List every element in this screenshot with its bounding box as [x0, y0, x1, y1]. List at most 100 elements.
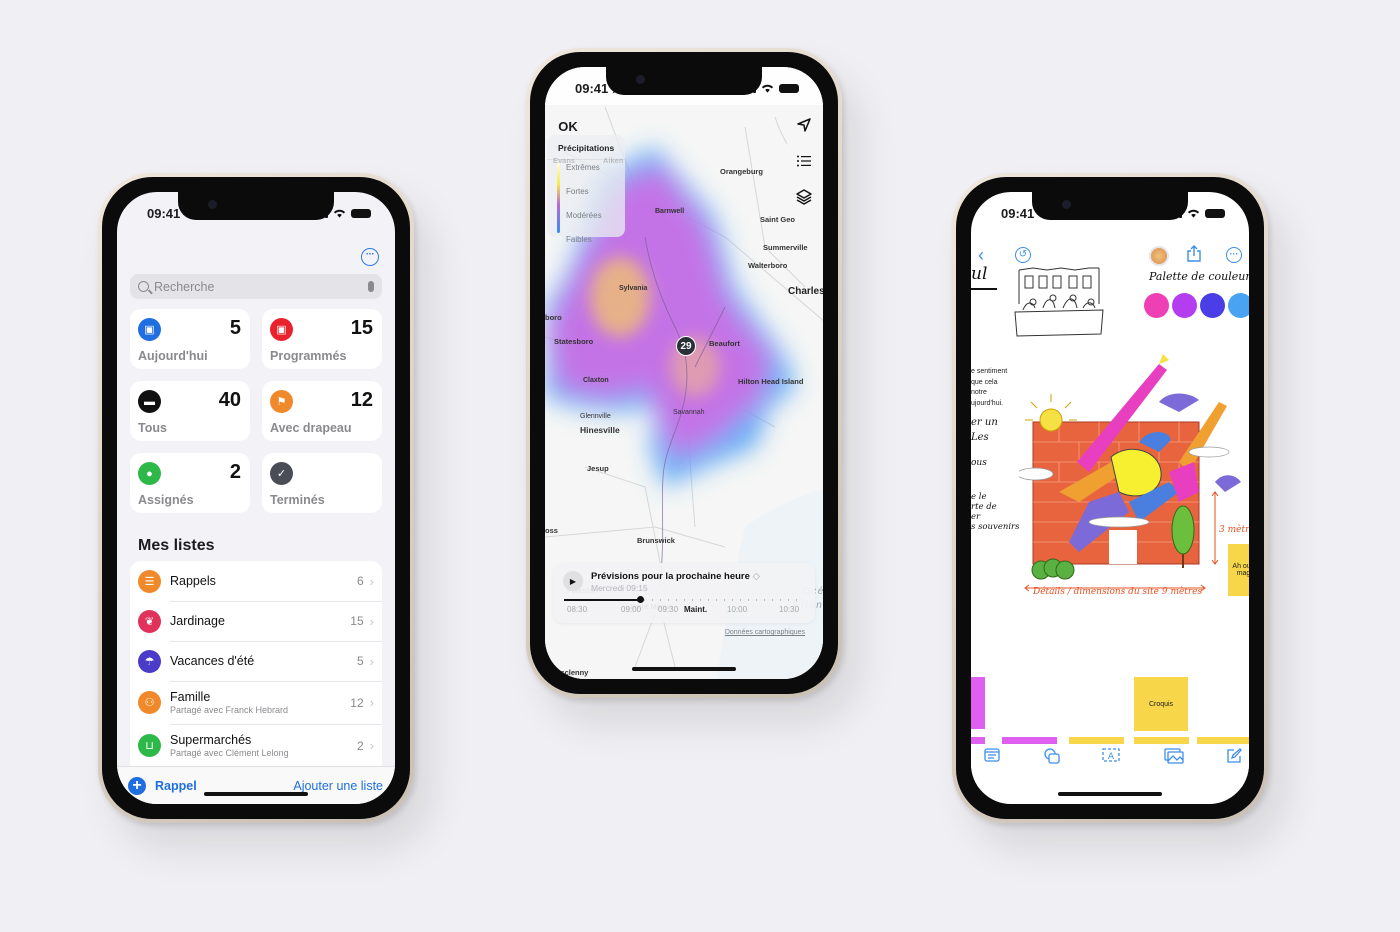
legend-level: Fortes [566, 187, 589, 196]
map-label-hinesville: Hinesville [580, 425, 620, 435]
compose-tool[interactable] [1226, 748, 1244, 764]
sticky-note[interactable] [971, 677, 985, 729]
layers-button[interactable] [787, 179, 821, 215]
sticky-note[interactable]: Croquis [1134, 677, 1188, 731]
battery-icon [1205, 208, 1225, 218]
list-subtitle: Partagé avec Clément Lelong [170, 748, 289, 758]
bottom-toolbar: A [971, 744, 1249, 788]
umbrella-icon: ☂ [138, 649, 161, 673]
list-item-famille[interactable]: ⚇ Famille Partagé avec Franck Hebrard 12 › [130, 681, 382, 724]
collaborator-avatar[interactable] [1149, 246, 1169, 266]
chevron-right-icon: › [369, 653, 374, 669]
my-lists-heading: Mes listes [138, 537, 215, 554]
list-item-rappels[interactable]: ☰ Rappels 6 › [130, 561, 382, 601]
locate-button[interactable] [787, 107, 821, 143]
tile-flagged[interactable]: ⚑ 12 Avec drapeau [262, 381, 382, 441]
legend-title: Précipitations [547, 135, 625, 160]
legend-gradient [557, 163, 560, 233]
tray-icon: ▬ [138, 390, 161, 413]
forecast-date: Mercredi 09:15 [591, 583, 648, 593]
list-count: 12 [350, 695, 364, 710]
timeline-knob[interactable] [637, 596, 645, 603]
share-button[interactable] [1187, 245, 1201, 265]
text-box-tool[interactable]: A [1102, 748, 1120, 764]
dimension-arrow-vertical [1211, 491, 1219, 565]
tile-label: Tous [138, 421, 167, 435]
map-label-jesup: Jesup [587, 464, 609, 473]
notch [1032, 192, 1188, 220]
tile-scheduled[interactable]: ▣ 15 Programmés [262, 309, 382, 369]
search-field[interactable]: Recherche [130, 274, 382, 299]
sticky-note[interactable]: Ah ouais ! magnifi [1228, 544, 1249, 596]
add-list-button[interactable]: Ajouter une liste [293, 779, 383, 793]
illustration-drawing[interactable] [1019, 342, 1249, 602]
bird [1159, 393, 1199, 412]
search-placeholder: Recherche [154, 279, 215, 294]
tick-label: 09:00 [621, 605, 642, 614]
map-data-link[interactable]: Données cartographiques [725, 629, 805, 636]
legend-level: Faibles [566, 235, 592, 244]
shapes-tool[interactable] [1043, 748, 1061, 764]
list-item-supermarches[interactable]: ⊔ Supermarchés Partagé avec Clément Lelong… [130, 724, 382, 766]
list-count: 15 [350, 614, 364, 628]
handwriting-fragment: rte de [971, 502, 997, 512]
tile-assigned[interactable]: ● 2 Assignés [130, 453, 250, 513]
tick-label-now: Maint. [684, 605, 708, 614]
tile-completed[interactable]: ✓ Terminés [262, 453, 382, 513]
text-line: e sentiment [971, 368, 1008, 375]
media-tool[interactable] [1164, 748, 1184, 764]
tile-label: Programmés [270, 349, 347, 363]
freeform-screen: 09:41 ‹ ↺ ··· Palette de couleur ul e se… [971, 192, 1249, 804]
undo-button[interactable]: ↺ [1015, 247, 1031, 263]
home-indicator[interactable] [1058, 792, 1162, 796]
timeline-slider[interactable] [564, 596, 803, 603]
map-label-charleston: Charlesto [788, 286, 823, 297]
leaf-icon: ❦ [138, 609, 161, 633]
list-name: Famille [170, 690, 211, 704]
list-name: Jardinage [170, 614, 225, 628]
map-label-claxton: Claxton [583, 377, 609, 384]
calendar-today-icon: ▣ [138, 318, 161, 341]
smart-lists-grid: ▣ 5 Aujourd'hui ▣ 15 Programmés ▬ 40 Tous ⚑ 12 A… [130, 309, 382, 513]
chevron-right-icon: › [369, 695, 374, 710]
temperature-badge[interactable]: 29 [676, 336, 696, 356]
back-button[interactable]: ‹ [978, 245, 984, 266]
color-swatch-pink[interactable] [1144, 293, 1169, 318]
chevron-updown-icon: ◇ [752, 571, 760, 582]
weather-map-screen: 09:41 ➤ [545, 67, 823, 679]
shapes-icon [1044, 748, 1060, 764]
status-time: 09:41 [1001, 206, 1035, 221]
family-icon: ⚇ [138, 691, 161, 714]
new-reminder-button[interactable]: + Rappel [128, 777, 197, 795]
map-label-boro: boro [545, 313, 562, 322]
tile-today[interactable]: ▣ 5 Aujourd'hui [130, 309, 250, 369]
color-swatch-purple[interactable] [1172, 293, 1197, 318]
underline [971, 288, 997, 290]
microphone-icon[interactable] [368, 281, 374, 292]
more-options-button[interactable]: ··· [361, 248, 379, 266]
list-item-jardinage[interactable]: ❦ Jardinage 15 › [130, 601, 382, 641]
list-button[interactable] [787, 143, 821, 179]
phone-bezel: 09:41 ··· Recherche ▣ 5 Aujourd'hui ▣ 15 Pro… [102, 177, 410, 819]
tile-all[interactable]: ▬ 40 Tous [130, 381, 250, 441]
text-block[interactable]: e sentiment que cela notre ujourd'hui. [971, 367, 1007, 409]
color-swatch-blue[interactable] [1228, 293, 1249, 318]
plus-circle-icon: + [128, 777, 146, 795]
play-icon: ▶ [569, 576, 577, 586]
my-lists: ☰ Rappels 6 › ❦ Jardinage 15 › ☂ Vacances d'été… [130, 561, 382, 766]
play-button[interactable]: ▶ [563, 571, 583, 591]
map-label-statesboro: Statesboro [554, 337, 594, 346]
list-icon [797, 155, 811, 167]
home-indicator[interactable] [632, 667, 736, 671]
home-indicator[interactable] [204, 792, 308, 796]
list-item-vacances[interactable]: ☂ Vacances d'été 5 › [130, 641, 382, 681]
handwriting-fragment: er un [971, 417, 998, 428]
sticky-note-tool[interactable] [984, 748, 1002, 764]
forecast-title[interactable]: Prévisions pour la prochaine heure ◇ [591, 571, 760, 582]
dimension-label: 3 mètres [1219, 525, 1249, 535]
list-count: 2 [356, 738, 364, 753]
tick-label: 10:30 [779, 605, 800, 614]
more-options-button[interactable]: ··· [1226, 247, 1242, 263]
text-line: notre [971, 389, 987, 396]
color-swatch-indigo[interactable] [1200, 293, 1225, 318]
